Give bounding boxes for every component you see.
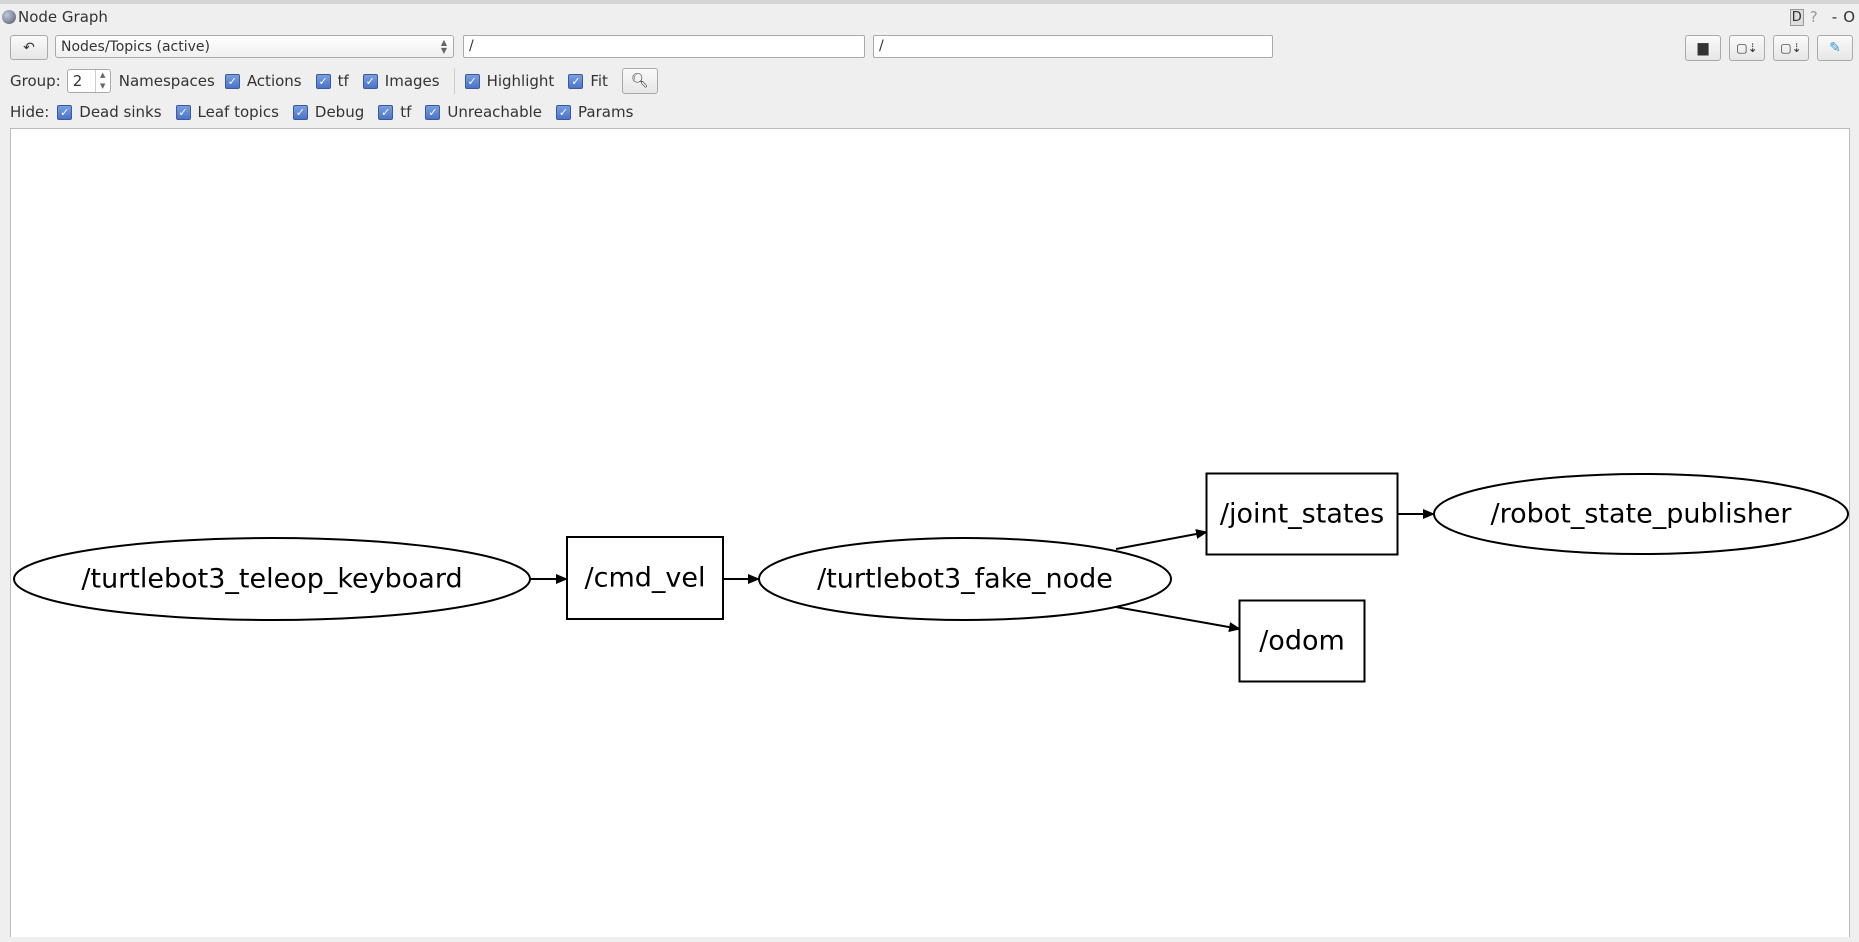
check-icon: ✓ [292, 104, 308, 120]
options-row: Group: 2 ▲ ▼ Namespaces ✓ Actions ✓ tf ✓ Imag… [10, 68, 658, 94]
hide-row: Hide: ✓ Dead sinks ✓ Leaf topics ✓ Debug ✓ t… [10, 101, 647, 123]
checkbox-debug[interactable]: ✓ Debug [292, 103, 365, 121]
app-globe-icon [2, 10, 16, 24]
save-svg-button[interactable]: ▢⇣ [1773, 35, 1809, 61]
save-image-icon: ✎ [1829, 40, 1841, 56]
zoom-icon: 🔍︎ [631, 73, 649, 89]
minimize-button[interactable]: - [1832, 8, 1837, 26]
checkbox-params[interactable]: ✓ Params [556, 103, 633, 121]
checkbox-label: Dead sinks [79, 103, 162, 121]
spin-arrows-icon[interactable]: ▲ ▼ [94, 70, 110, 92]
check-icon: ✓ [57, 104, 73, 120]
topic-filter-input[interactable]: / [873, 35, 1273, 58]
edge-fake-odom[interactable] [1115, 606, 1241, 633]
help-button[interactable]: ? [1810, 8, 1818, 26]
group-value: 2 [72, 72, 83, 90]
save-image-button[interactable]: ✎ [1817, 35, 1853, 61]
edge-fake-joint[interactable] [1115, 529, 1208, 550]
checkbox-label: Leaf topics [197, 103, 279, 121]
node-filter-input[interactable]: / [463, 35, 865, 58]
checkbox-highlight[interactable]: ✓ Highlight [464, 72, 555, 90]
graph-type-value: Nodes/Topics (active) [61, 38, 210, 55]
close-button[interactable]: O [1843, 8, 1855, 26]
checkbox-dead-sinks[interactable]: ✓ Dead sinks [57, 103, 162, 121]
checkbox-label: Debug [314, 103, 365, 121]
checkbox-images[interactable]: ✓ Images [362, 72, 440, 90]
save-svg-icon: ▢⇣ [1780, 41, 1802, 55]
save-dot-icon: ▢⇣ [1736, 41, 1758, 55]
check-icon: ✓ [425, 104, 441, 120]
window-controls: D ? - O [1789, 8, 1855, 26]
fit-view-button[interactable]: 🔍︎ [621, 68, 658, 94]
refresh-button[interactable]: ↶ [10, 35, 48, 60]
chevron-updown-icon: ▲ ▼ [440, 38, 447, 55]
window-top-border [0, 0, 1859, 4]
checkbox-label: Highlight [486, 72, 555, 90]
window-title: Node Graph [2, 8, 108, 26]
node-label: /turtlebot3_teleop_keyboard [81, 564, 462, 595]
refresh-icon: ↶ [23, 39, 35, 56]
checkbox-label: Fit [590, 72, 608, 90]
check-icon: ✓ [464, 73, 480, 89]
checkbox-label: Images [384, 72, 440, 90]
separator [453, 68, 455, 94]
namespaces-label: Namespaces [118, 72, 215, 90]
dock-button[interactable]: D [1789, 8, 1804, 26]
checkbox-fit[interactable]: ✓ Fit [568, 72, 608, 90]
node-label: /joint_states [1220, 499, 1384, 530]
save-dot-button[interactable]: ▢⇣ [1729, 35, 1765, 61]
load-dot-icon: ▆ [1697, 40, 1709, 56]
check-icon: ✓ [224, 73, 240, 89]
group-spinbox[interactable]: 2 ▲ ▼ [66, 69, 111, 93]
graph-canvas[interactable]: /turtlebot3_teleop_keyboard/cmd_vel/turt… [10, 128, 1850, 937]
checkbox-label: Params [578, 103, 634, 121]
checkbox-hide-tf[interactable]: ✓ tf [378, 103, 411, 121]
node-label: /odom [1259, 626, 1345, 657]
check-icon: ✓ [175, 104, 191, 120]
check-icon: ✓ [362, 73, 378, 89]
check-icon: ✓ [556, 104, 572, 120]
checkbox-leaf-topics[interactable]: ✓ Leaf topics [175, 103, 279, 121]
load-dot-button[interactable]: ▆ [1685, 35, 1721, 61]
title-text: Node Graph [18, 8, 108, 26]
node-label: /turtlebot3_fake_node [817, 564, 1113, 595]
checkbox-unreachable[interactable]: ✓ Unreachable [425, 103, 542, 121]
checkbox-tf[interactable]: ✓ tf [315, 72, 349, 90]
node-label: /robot_state_publisher [1490, 499, 1792, 530]
checkbox-label: tf [400, 103, 412, 121]
node-label: /cmd_vel [585, 563, 706, 594]
check-icon: ✓ [378, 104, 394, 120]
check-icon: ✓ [568, 73, 584, 89]
group-label: Group: [10, 72, 61, 90]
checkbox-label: Unreachable [447, 103, 543, 121]
checkbox-label: Actions [246, 72, 302, 90]
checkbox-actions[interactable]: ✓ Actions [224, 72, 302, 90]
graph-type-select[interactable]: Nodes/Topics (active) ▲ ▼ [55, 35, 454, 58]
hide-label: Hide: [10, 103, 50, 121]
checkbox-label: tf [337, 72, 349, 90]
node-graph[interactable]: /turtlebot3_teleop_keyboard/cmd_vel/turt… [11, 129, 1851, 938]
check-icon: ✓ [315, 73, 331, 89]
